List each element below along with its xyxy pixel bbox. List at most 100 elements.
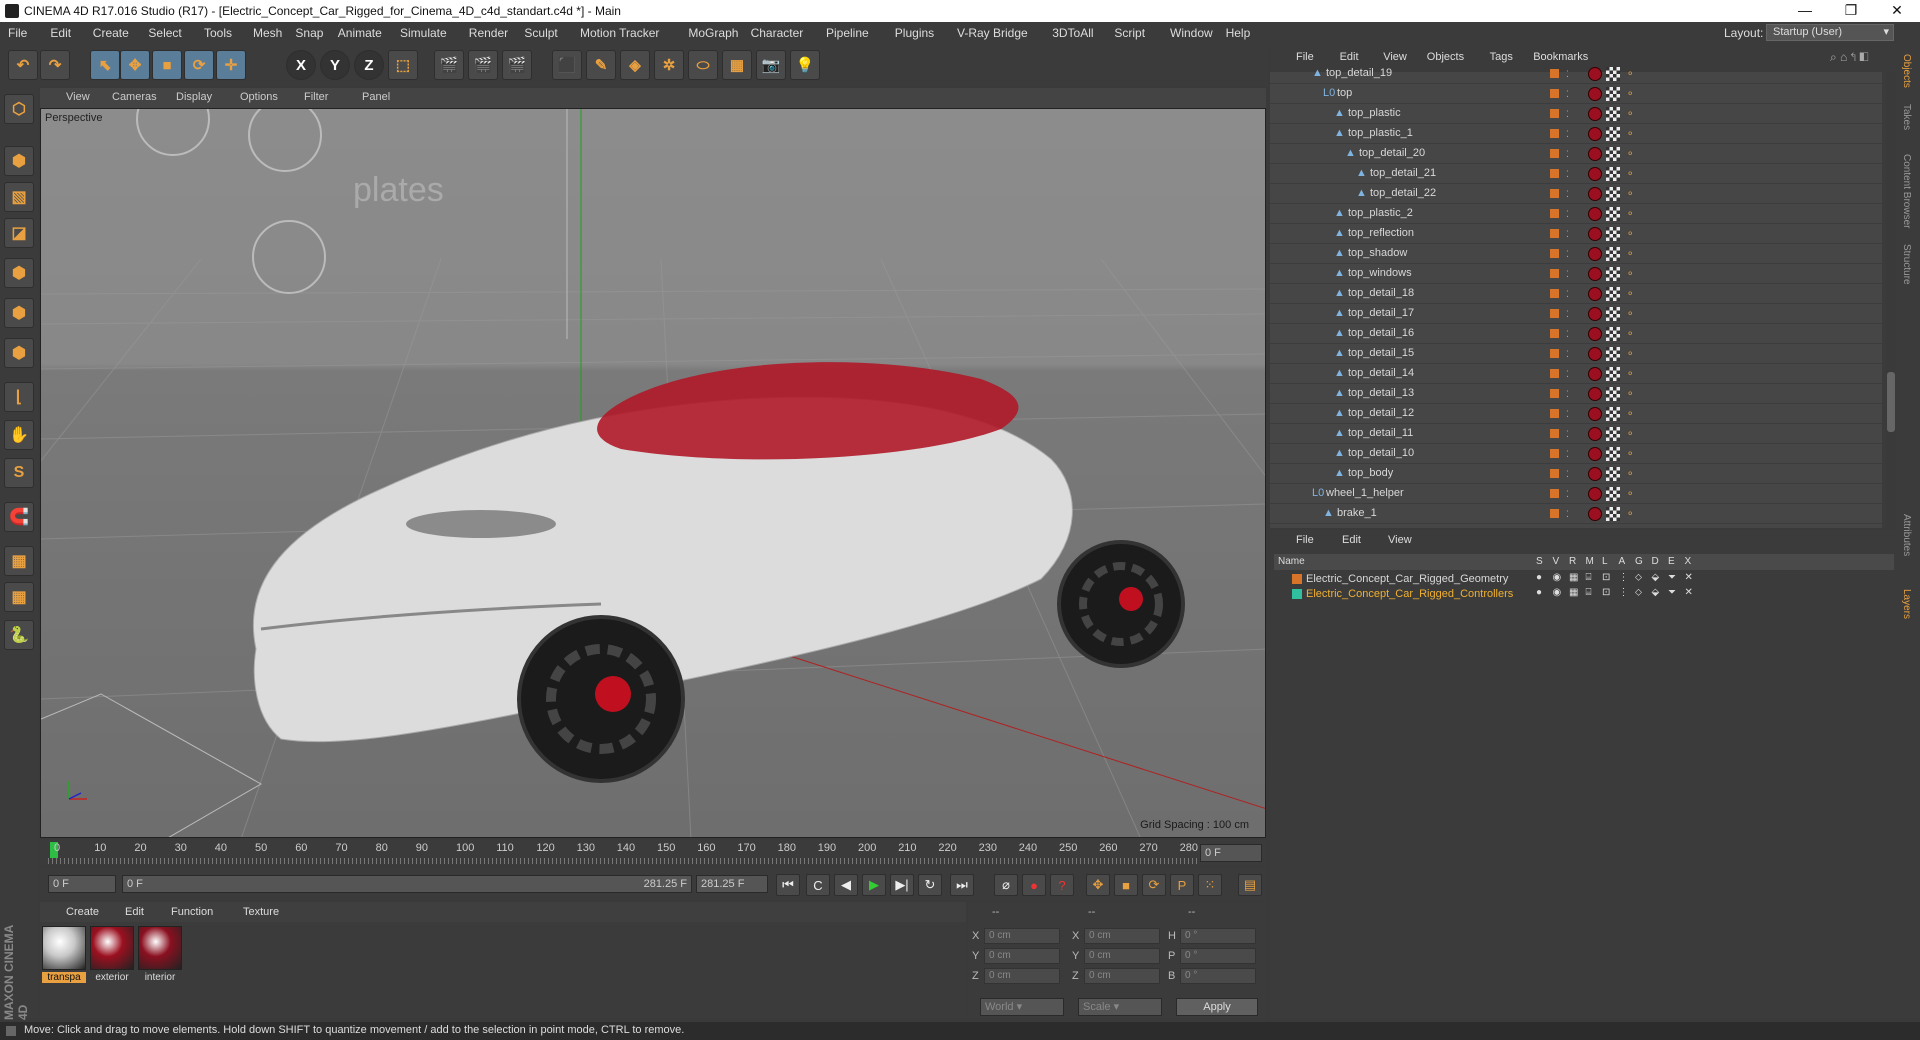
layer-color-indicator[interactable] <box>1550 509 1559 518</box>
visibility-dots-icon[interactable]: ⁚ <box>1566 288 1570 300</box>
layer-toggle-icon[interactable]: ⌸ <box>1586 587 1592 598</box>
object-row[interactable]: ▲ brake_1 ⁚ ⚬ <box>1270 504 1882 524</box>
z-axis-icon[interactable]: Z <box>354 50 384 80</box>
coord-value-field[interactable]: 0 cm <box>984 968 1060 984</box>
layer-column-a[interactable]: A <box>1619 556 1626 567</box>
magnet-icon[interactable]: 🧲 <box>4 502 34 532</box>
tag-icon[interactable]: ⚬ <box>1626 329 1636 340</box>
tag-icon[interactable]: ⚬ <box>1626 189 1636 200</box>
object-row[interactable]: ▲ top_detail_16 ⁚ ⚬ <box>1270 324 1882 344</box>
scale-dropdown[interactable]: Scale ▾ <box>1078 998 1162 1016</box>
texture-tag-icon[interactable] <box>1606 67 1620 81</box>
goto-end-button[interactable]: ⏭ <box>950 874 974 896</box>
redo-icon[interactable]: ↷ <box>40 50 70 80</box>
y-axis-icon[interactable]: Y <box>320 50 350 80</box>
visibility-dots-icon[interactable]: ⁚ <box>1566 448 1570 460</box>
pla-key-icon[interactable]: ⁙ <box>1198 874 1222 896</box>
layer-row[interactable]: Electric_Concept_Car_Rigged_Controllers ●… <box>1274 587 1894 602</box>
tag-icon[interactable]: ⚬ <box>1626 469 1636 480</box>
layer-color-swatch[interactable] <box>1292 574 1302 584</box>
texture-tag-icon[interactable] <box>1606 147 1620 161</box>
material-menu-edit[interactable]: Edit <box>125 906 144 918</box>
render-view-icon[interactable]: 🎬 <box>434 50 464 80</box>
record-keys-button[interactable]: C <box>806 874 830 896</box>
layer-toggle-icon[interactable]: ▦ <box>1569 572 1578 583</box>
object-mode-icon[interactable]: ⬢ <box>4 146 34 176</box>
current-frame-field[interactable]: 0 F <box>1200 844 1262 862</box>
visibility-dots-icon[interactable]: ⁚ <box>1566 368 1570 380</box>
object-row[interactable]: ▲ top_detail_10 ⁚ ⚬ <box>1270 444 1882 464</box>
texture-tag-icon[interactable] <box>1606 447 1620 461</box>
menu-simulate[interactable]: Simulate <box>400 26 447 40</box>
python-icon[interactable]: 🐍 <box>4 620 34 650</box>
layer-color-indicator[interactable] <box>1550 69 1559 78</box>
x-axis-icon[interactable]: X <box>286 50 316 80</box>
light-icon[interactable]: 💡 <box>790 50 820 80</box>
texture-tag-icon[interactable] <box>1606 407 1620 421</box>
material-tag-icon[interactable] <box>1588 167 1602 181</box>
object-row[interactable]: ▲ top_detail_20 ⁚ ⚬ <box>1270 144 1882 164</box>
layer-toggle-icon[interactable]: ◉ <box>1553 572 1562 583</box>
layer-color-indicator[interactable] <box>1550 309 1559 318</box>
layer-column-r[interactable]: R <box>1569 556 1576 567</box>
visibility-dots-icon[interactable]: ⁚ <box>1566 168 1570 180</box>
texture-tag-icon[interactable] <box>1606 167 1620 181</box>
material-interior[interactable] <box>138 926 182 970</box>
tag-icon[interactable]: ⚬ <box>1626 349 1636 360</box>
layer-column-l[interactable]: L <box>1602 556 1608 567</box>
visibility-dots-icon[interactable]: ⁚ <box>1566 88 1570 100</box>
layer-color-indicator[interactable] <box>1550 189 1559 198</box>
material-transpa[interactable] <box>42 926 86 970</box>
layer-toggle-icon[interactable]: ● <box>1536 587 1542 598</box>
lock-workplane-icon[interactable]: ▦ <box>4 582 34 612</box>
object-row[interactable]: ▲ top_detail_18 ⁚ ⚬ <box>1270 284 1882 304</box>
maximize-button[interactable]: ❐ <box>1828 0 1874 22</box>
object-menu-edit[interactable]: Edit <box>1340 51 1359 63</box>
layer-toggle-icon[interactable]: ⊡ <box>1602 572 1610 583</box>
visibility-dots-icon[interactable]: ⁚ <box>1566 388 1570 400</box>
visibility-dots-icon[interactable]: ⁚ <box>1566 68 1570 80</box>
tag-icon[interactable]: ⚬ <box>1626 209 1636 220</box>
autokey-icon[interactable]: ● <box>1022 874 1046 896</box>
floor-icon[interactable]: ▦ <box>722 50 752 80</box>
layer-menu-edit[interactable]: Edit <box>1342 534 1361 546</box>
material-tag-icon[interactable] <box>1588 107 1602 121</box>
texture-tag-icon[interactable] <box>1606 187 1620 201</box>
minimize-button[interactable]: — <box>1782 0 1828 22</box>
layer-toggle-icon[interactable]: ✕ <box>1685 572 1693 583</box>
material-tag-icon[interactable] <box>1588 407 1602 421</box>
material-menu-function[interactable]: Function <box>171 906 213 918</box>
frame-range-slider[interactable]: 0 F 281.25 F <box>122 875 692 893</box>
layer-toggle-icon[interactable]: ⬦ <box>1635 572 1642 583</box>
layer-toggle-icon[interactable]: ⏷ <box>1668 572 1676 583</box>
texture-tag-icon[interactable] <box>1606 247 1620 261</box>
tag-icon[interactable]: ⚬ <box>1626 129 1636 140</box>
material-tag-icon[interactable] <box>1588 287 1602 301</box>
texture-tag-icon[interactable] <box>1606 287 1620 301</box>
layer-color-indicator[interactable] <box>1550 89 1559 98</box>
layer-column-e[interactable]: E <box>1668 556 1675 567</box>
object-menu-view[interactable]: View <box>1383 51 1407 63</box>
object-row[interactable]: ▲ top_body ⁚ ⚬ <box>1270 464 1882 484</box>
layer-color-indicator[interactable] <box>1550 489 1559 498</box>
object-menu-bookmarks[interactable]: Bookmarks <box>1533 51 1588 63</box>
layer-color-indicator[interactable] <box>1550 289 1559 298</box>
layer-toggle-icon[interactable]: ⋮ <box>1619 572 1629 583</box>
material-tag-icon[interactable] <box>1588 307 1602 321</box>
material-tag-icon[interactable] <box>1588 147 1602 161</box>
visibility-dots-icon[interactable]: ⁚ <box>1566 228 1570 240</box>
keyframe-selection-icon[interactable]: ? <box>1050 874 1074 896</box>
menu-animate[interactable]: Animate <box>338 26 382 40</box>
snap-icon[interactable]: ▦ <box>4 546 34 576</box>
layer-row[interactable]: Electric_Concept_Car_Rigged_Geometry ● ◉ ▦ ⌸… <box>1274 572 1894 587</box>
move-icon[interactable]: ✥ <box>120 50 150 80</box>
menu-tools[interactable]: Tools <box>204 26 232 40</box>
close-button[interactable]: ✕ <box>1874 0 1920 22</box>
layout-dropdown[interactable]: Startup (User) ▾ <box>1766 24 1894 41</box>
coord-value-field[interactable]: 0 cm <box>1084 948 1160 964</box>
workplane-icon[interactable]: ◪ <box>4 218 34 248</box>
layer-toggle-icon[interactable]: ⬙ <box>1652 587 1660 598</box>
start-frame-field[interactable]: 0 F <box>48 875 116 893</box>
menu-select[interactable]: Select <box>148 26 181 40</box>
layer-color-indicator[interactable] <box>1550 249 1559 258</box>
